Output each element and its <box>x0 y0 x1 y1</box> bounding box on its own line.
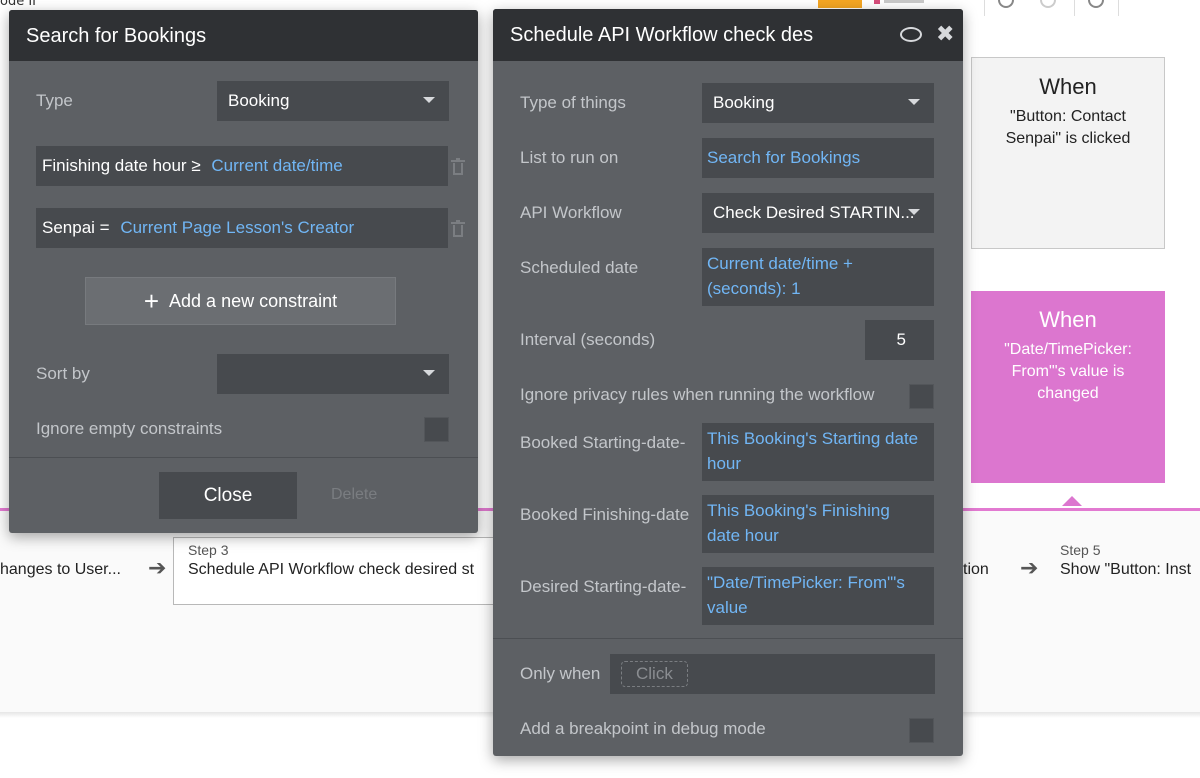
divider <box>493 638 963 639</box>
step-arrow-icon: ➔ <box>1020 556 1039 581</box>
booked-starting-line[interactable]: This Booking's Starting date <box>707 426 923 451</box>
breakpoint-label: Add a breakpoint in debug mode <box>520 719 766 738</box>
search-for-bookings-panel: Search for Bookings Type Booking Finishi… <box>9 10 478 533</box>
ignore-privacy-label: Ignore privacy rules when running the wo… <box>520 385 875 404</box>
event-description: "Date/TimePicker: From"'s value is chang… <box>1004 341 1132 402</box>
desired-starting-line[interactable]: value <box>707 595 923 620</box>
step-2-name[interactable]: hanges to User... <box>0 561 121 579</box>
scheduled-date-line[interactable]: (seconds): 1 <box>707 276 923 301</box>
constraint-value[interactable]: Current date/time <box>211 156 342 175</box>
type-dropdown[interactable]: Booking <box>217 81 449 121</box>
top-toolbar-strip <box>0 0 1200 8</box>
comment-icon[interactable] <box>900 27 922 42</box>
step-3-name[interactable]: Schedule API Workflow check desired st <box>188 561 493 579</box>
list-to-run-on-label: List to run on <box>520 148 619 167</box>
only-when-label: Only when <box>520 664 601 683</box>
type-label: Type <box>36 91 73 110</box>
constraint-field: Finishing date hour ≥ <box>42 156 201 175</box>
event-title: When <box>1039 74 1097 99</box>
toolbar-pink-icon[interactable] <box>874 0 880 4</box>
top-toolbar-fragment: ode II <box>0 0 37 9</box>
close-icon[interactable]: ✖ <box>936 22 954 47</box>
api-workflow-value: Check Desired STARTIN... <box>713 203 915 222</box>
event-card-button-clicked[interactable]: When "Button: Contact Senpai" is clicked <box>971 57 1165 249</box>
step-3-label: Step 3 <box>188 542 229 558</box>
only-when-click-placeholder[interactable]: Click <box>621 661 688 687</box>
type-of-things-value: Booking <box>713 93 775 112</box>
add-constraint-label: Add a new constraint <box>169 291 338 311</box>
delete-button[interactable]: Delete <box>331 486 377 504</box>
booked-finishing-line[interactable]: date hour <box>707 523 923 548</box>
booked-finishing-label: Booked Finishing-date <box>520 505 690 524</box>
selected-event-pointer <box>1062 496 1082 506</box>
interval-label: Interval (seconds) <box>520 330 656 349</box>
booked-starting-label: Booked Starting-date- <box>520 433 686 452</box>
scheduled-date-line[interactable]: Current date/time + <box>707 251 923 276</box>
toolbar-divider <box>1074 0 1075 16</box>
event-card-date-changed[interactable]: When "Date/TimePicker: From"'s value is … <box>971 291 1165 483</box>
sort-by-label: Sort by <box>36 364 90 383</box>
type-of-things-label: Type of things <box>520 93 626 112</box>
toolbar-orange-icon[interactable] <box>818 0 862 8</box>
schedule-api-workflow-panel: Schedule API Workflow check des ✖ Type o… <box>493 9 963 756</box>
chevron-down-icon <box>908 209 920 215</box>
divider <box>9 457 478 458</box>
list-to-run-on-field[interactable]: Search for Bookings <box>702 138 934 178</box>
trash-icon[interactable] <box>451 158 465 176</box>
step-5-label: Step 5 <box>1060 542 1101 558</box>
list-to-run-on-value[interactable]: Search for Bookings <box>707 148 860 167</box>
chevron-down-icon <box>423 370 435 376</box>
scheduled-date-label: Scheduled date <box>520 258 639 277</box>
ignore-empty-checkbox[interactable] <box>424 417 449 442</box>
constraint-row[interactable]: Finishing date hour ≥ Current date/time <box>36 146 448 186</box>
sort-by-dropdown[interactable] <box>217 354 449 394</box>
booked-starting-field[interactable]: This Booking's Starting date hour <box>702 423 934 481</box>
close-button[interactable]: Close <box>159 472 297 519</box>
interval-input[interactable]: 5 <box>865 320 934 360</box>
booked-finishing-field[interactable]: This Booking's Finishing date hour <box>702 495 934 553</box>
type-of-things-dropdown[interactable]: Booking <box>702 83 934 123</box>
event-description: "Button: Contact Senpai" is clicked <box>1005 108 1131 147</box>
constraint-value[interactable]: Current Page Lesson's Creator <box>120 218 354 237</box>
toolbar-divider <box>984 0 985 16</box>
constraint-row[interactable]: Senpai = Current Page Lesson's Creator <box>36 208 448 248</box>
chevron-down-icon <box>908 99 920 105</box>
booked-starting-line[interactable]: hour <box>707 451 923 476</box>
trash-icon[interactable] <box>451 220 465 238</box>
type-value: Booking <box>228 91 290 110</box>
desired-starting-label: Desired Starting-date- <box>520 577 687 596</box>
event-title: When <box>1039 307 1097 332</box>
chevron-down-icon <box>423 97 435 103</box>
step-5-name[interactable]: Show "Button: Inst <box>1060 561 1200 579</box>
ignore-empty-label: Ignore empty constraints <box>36 419 223 438</box>
desired-starting-line[interactable]: "Date/TimePicker: From"'s <box>707 570 923 595</box>
scheduled-date-field[interactable]: Current date/time + (seconds): 1 <box>702 248 934 306</box>
ignore-privacy-checkbox[interactable] <box>909 384 934 409</box>
booked-finishing-line[interactable]: This Booking's Finishing <box>707 498 923 523</box>
panel-title: Search for Bookings <box>9 10 478 61</box>
desired-starting-field[interactable]: "Date/TimePicker: From"'s value <box>702 567 934 625</box>
api-workflow-label: API Workflow <box>520 203 622 222</box>
add-constraint-button[interactable]: + Add a new constraint <box>85 277 396 325</box>
api-workflow-dropdown[interactable]: Check Desired STARTIN... <box>702 193 934 233</box>
plus-icon: + <box>143 286 160 316</box>
panel-title: Schedule API Workflow check des <box>493 9 963 61</box>
step-arrow-icon: ➔ <box>148 556 167 581</box>
toolbar-divider <box>1118 0 1119 16</box>
breakpoint-checkbox[interactable] <box>909 718 934 743</box>
toolbar-text-fragment <box>884 0 924 3</box>
step-4-name[interactable]: tion <box>963 561 989 579</box>
only-when-field[interactable]: Click <box>610 654 935 694</box>
constraint-field: Senpai = <box>42 218 110 237</box>
